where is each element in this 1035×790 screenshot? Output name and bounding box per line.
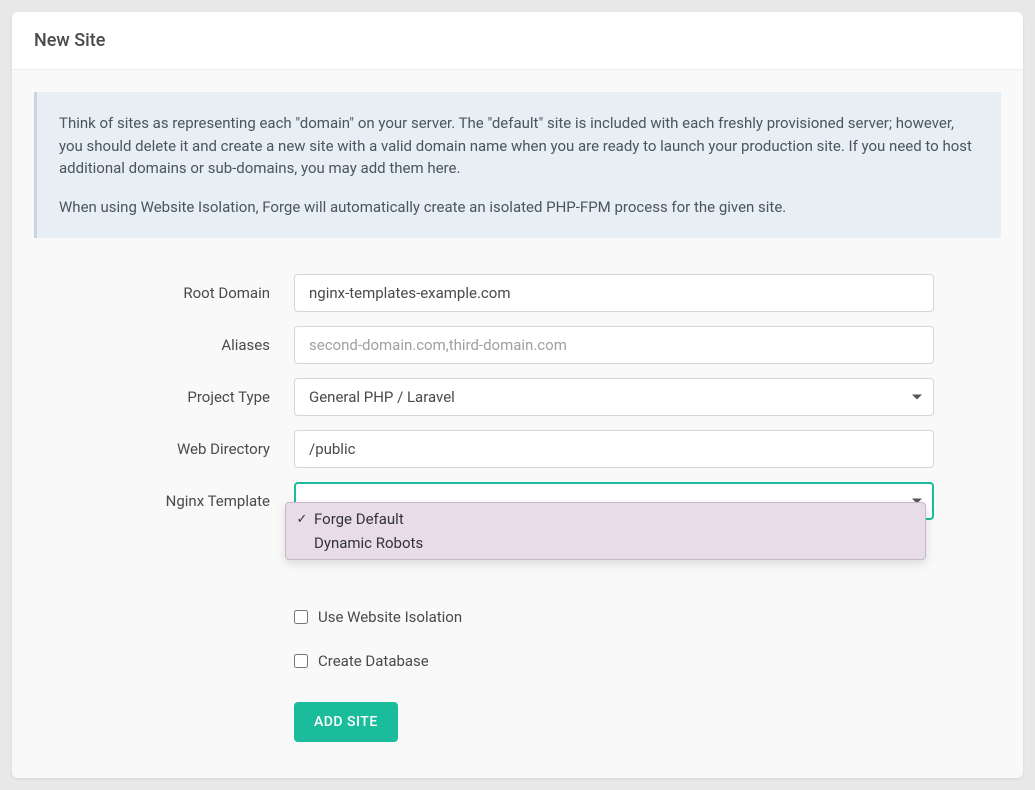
nginx-template-option-forge-default[interactable]: ✓ Forge Default xyxy=(286,507,925,531)
option-label: Forge Default xyxy=(314,510,404,528)
project-type-select[interactable]: General PHP / Laravel xyxy=(294,378,934,416)
page-title: New Site xyxy=(34,30,1001,51)
nginx-template-row: Nginx Template ✓ Forge Default Dynamic R… xyxy=(34,482,1001,520)
web-directory-row: Web Directory xyxy=(34,430,1001,468)
aliases-label: Aliases xyxy=(34,336,294,354)
add-site-button[interactable]: ADD SITE xyxy=(294,702,398,742)
check-icon: ✓ xyxy=(294,512,310,527)
nginx-template-dropdown: ✓ Forge Default Dynamic Robots xyxy=(285,502,926,560)
create-database-label[interactable]: Create Database xyxy=(318,652,429,670)
root-domain-label: Root Domain xyxy=(34,284,294,302)
root-domain-input[interactable] xyxy=(294,274,934,312)
create-database-checkbox[interactable] xyxy=(294,654,308,668)
card-header: New Site xyxy=(12,12,1023,70)
aliases-row: Aliases xyxy=(34,326,1001,364)
nginx-template-option-dynamic-robots[interactable]: Dynamic Robots xyxy=(286,531,925,555)
option-label: Dynamic Robots xyxy=(314,534,423,552)
info-box: Think of sites as representing each "dom… xyxy=(34,92,1001,238)
aliases-input[interactable] xyxy=(294,326,934,364)
project-type-row: Project Type General PHP / Laravel xyxy=(34,378,1001,416)
new-site-card: New Site Think of sites as representing … xyxy=(12,12,1023,778)
root-domain-row: Root Domain xyxy=(34,274,1001,312)
use-isolation-label[interactable]: Use Website Isolation xyxy=(318,608,462,626)
info-paragraph-2: When using Website Isolation, Forge will… xyxy=(59,196,979,219)
info-paragraph-1: Think of sites as representing each "dom… xyxy=(59,112,979,180)
create-db-row: Create Database xyxy=(34,652,1001,670)
submit-row: ADD SITE xyxy=(34,702,1001,742)
web-directory-label: Web Directory xyxy=(34,440,294,458)
use-isolation-row: Use Website Isolation xyxy=(34,608,1001,626)
web-directory-input[interactable] xyxy=(294,430,934,468)
project-type-label: Project Type xyxy=(34,388,294,406)
nginx-template-label: Nginx Template xyxy=(34,492,294,510)
card-body: Think of sites as representing each "dom… xyxy=(12,70,1023,778)
use-isolation-checkbox[interactable] xyxy=(294,610,308,624)
